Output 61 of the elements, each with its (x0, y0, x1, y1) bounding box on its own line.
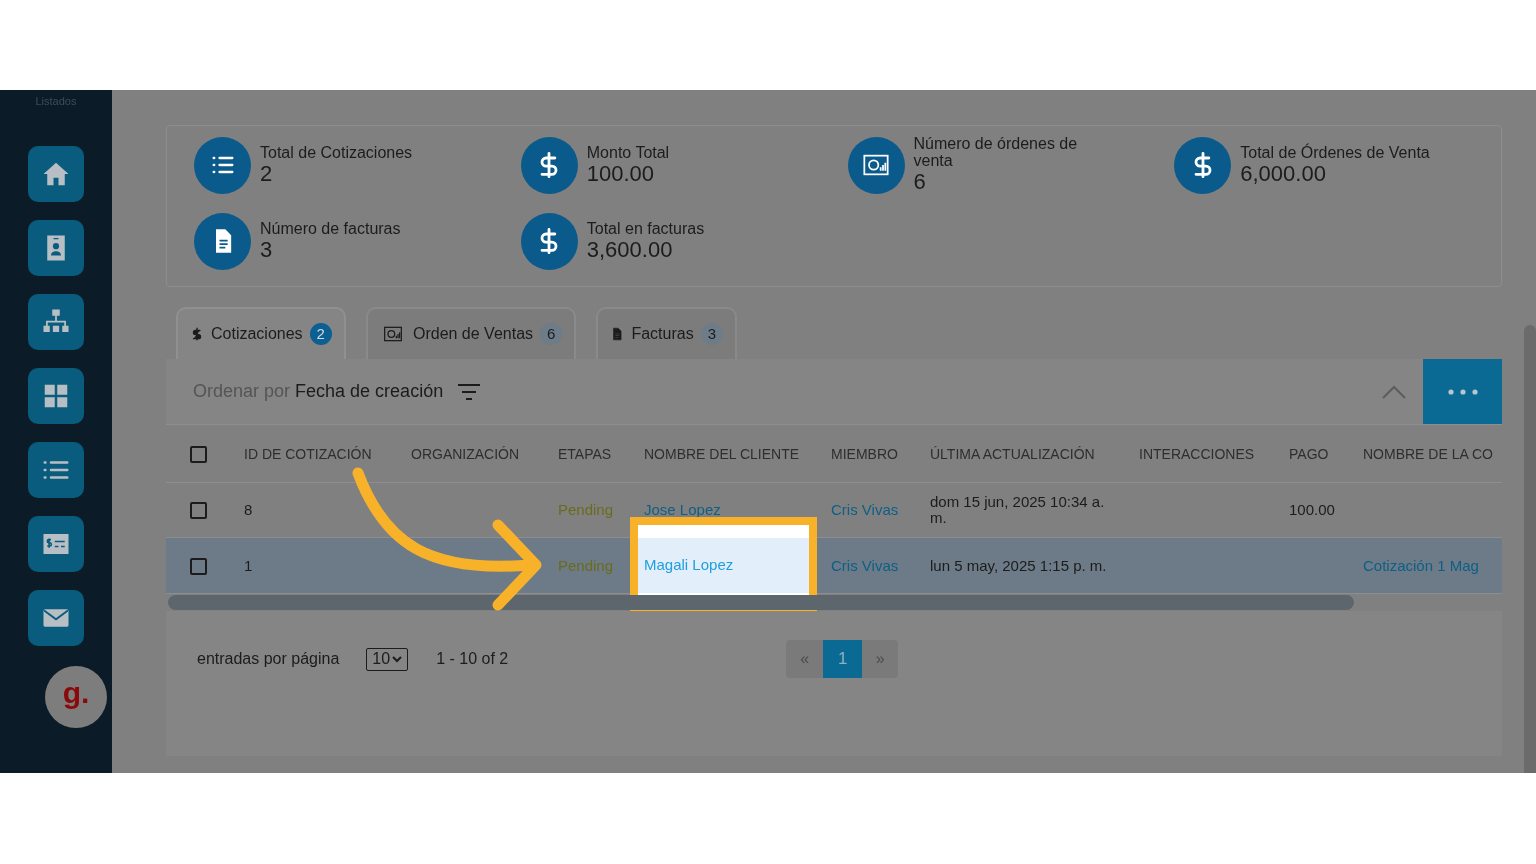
column-header[interactable]: ORGANIZACIÓN (411, 445, 520, 462)
checkbox[interactable] (189, 502, 207, 520)
vertical-scrollbar[interactable] (1524, 325, 1536, 773)
count-badge: 6 (540, 323, 563, 345)
column-header[interactable]: INTERACCIONES (1139, 445, 1255, 462)
table-cell[interactable]: Cris Vivas (831, 502, 908, 518)
dollar-icon (190, 326, 204, 342)
stat-value: 6 (913, 169, 927, 195)
page-size-select[interactable]: 10 (366, 647, 409, 671)
stat-label: Total en facturas (586, 219, 706, 237)
stat-value: 6,000.00 (1240, 160, 1327, 187)
entries-label: entradas por página (197, 649, 340, 669)
tab[interactable]: Facturas 3 (596, 307, 737, 359)
nav-button[interactable] (28, 293, 84, 350)
caret-icon (392, 655, 403, 663)
sort-dropdown[interactable]: Fecha de creación (295, 378, 444, 405)
column-header[interactable]: ÚLTIMA ACTUALIZACIÓN (930, 445, 1095, 462)
stat-label: Monto Total (586, 143, 671, 161)
table-cell-text: 100.00 (1289, 502, 1336, 518)
stat-label: Total de Órdenes de Venta (1240, 143, 1431, 161)
document-icon (610, 326, 625, 342)
filter-icon[interactable] (456, 381, 483, 402)
table-cell[interactable]: Jose Lopez (644, 502, 809, 518)
nav-button[interactable] (28, 515, 84, 572)
stat-value: 2 (260, 160, 274, 187)
column-header[interactable]: NOMBRE DEL CLIENTE (644, 445, 800, 462)
column-header[interactable]: PAGO (1289, 445, 1329, 462)
previous-page-button[interactable]: « (786, 640, 824, 678)
count-badge: 3 (700, 323, 723, 345)
table-cell-text: 8 (244, 502, 254, 518)
horizontal-scrollbar[interactable] (168, 595, 1354, 610)
column-header[interactable]: ID DE COTIZACIÓN (244, 445, 372, 462)
next-page-button[interactable]: » (862, 640, 899, 678)
table-cell-text: lun 5 may, 2025 1:15 p. m. (930, 557, 1108, 574)
column-header[interactable]: MIEMBRO (831, 445, 898, 462)
table-cell-text: Pending (558, 557, 615, 574)
tab[interactable]: Orden de Ventas 6 (365, 307, 577, 359)
nav-button[interactable] (28, 589, 84, 646)
logo[interactable]: g. (45, 666, 107, 728)
range-label: 1 - 10 of 2 (436, 649, 509, 669)
nav-button[interactable] (28, 367, 84, 424)
stat-value: 3 (260, 236, 274, 263)
tab[interactable]: Cotizaciones 2 (176, 307, 346, 359)
table-cell-text: dom 15 jun, 2025 10:34 a. m. (930, 494, 1106, 526)
stat-value: 3,600.00 (586, 236, 674, 263)
stat-label: Número de facturas (260, 219, 402, 237)
nav-button[interactable] (28, 145, 84, 202)
nav-button[interactable] (28, 441, 84, 498)
column-header[interactable]: NOMBRE DE LA CO (1363, 445, 1493, 462)
page-button[interactable]: 1 (823, 640, 863, 678)
table-cell-text: 1 (244, 557, 254, 574)
stat-label: Número de órdenes de venta (913, 135, 1079, 169)
checkbox[interactable] (189, 557, 207, 575)
nav-button[interactable] (28, 219, 84, 276)
count-badge: 2 (309, 323, 332, 345)
more-icon (1446, 388, 1479, 395)
stat-label: Total de Cotizaciones (260, 143, 414, 161)
stat-value: 100.00 (586, 160, 656, 187)
table-cell-text: Pending (558, 502, 615, 518)
column-header[interactable]: ETAPAS (558, 445, 612, 462)
checkbox[interactable] (189, 445, 207, 463)
